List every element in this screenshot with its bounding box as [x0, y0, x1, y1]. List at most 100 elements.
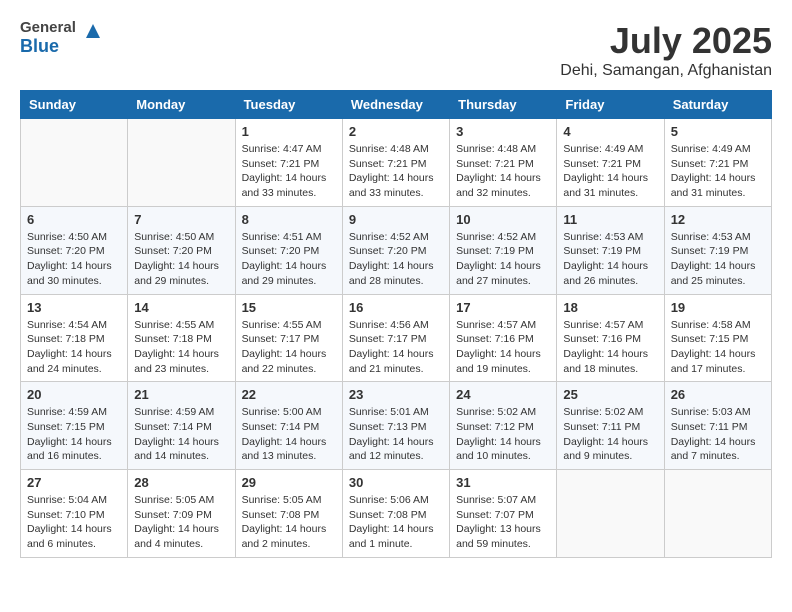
calendar-day-cell: 21Sunrise: 4:59 AM Sunset: 7:14 PM Dayli…: [128, 382, 235, 470]
calendar-table: SundayMondayTuesdayWednesdayThursdayFrid…: [20, 90, 772, 558]
logo-text: General Blue: [20, 20, 76, 56]
day-number: 20: [27, 387, 121, 402]
day-number: 1: [242, 124, 336, 139]
day-detail: Sunrise: 5:06 AM Sunset: 7:08 PM Dayligh…: [349, 493, 443, 552]
calendar-day-cell: 29 Sunrise: 5:05 AM Sunset: 7:08 PM Dayli…: [235, 470, 342, 558]
day-number: 19: [671, 300, 765, 315]
calendar-day-cell: 8 Sunrise: 4:51 AM Sunset: 7:20 PM Daylig…: [235, 206, 342, 294]
day-number: 12: [671, 212, 765, 227]
day-number: 17: [456, 300, 550, 315]
day-detail: Sunrise: 4:55 AM Sunset: 7:17 PM Dayligh…: [242, 318, 336, 377]
day-number: 3: [456, 124, 550, 139]
calendar-day-cell: [664, 470, 771, 558]
calendar-day-cell: 6 Sunrise: 4:50 AM Sunset: 7:20 PM Daylig…: [21, 206, 128, 294]
day-number: 7: [134, 212, 228, 227]
title-area: July 2025 Dehi, Samangan, Afghanistan: [560, 20, 772, 80]
calendar-day-header: Tuesday: [235, 91, 342, 119]
calendar-day-cell: 4 Sunrise: 4:49 AM Sunset: 7:21 PM Daylig…: [557, 119, 664, 207]
calendar-day-cell: 16 Sunrise: 4:56 AM Sunset: 7:17 PM Dayli…: [342, 294, 449, 382]
page-title: July 2025: [560, 20, 772, 62]
day-detail: Sunrise: 5:05 AM Sunset: 7:08 PM Dayligh…: [242, 493, 336, 552]
calendar-day-cell: [21, 119, 128, 207]
day-detail: Sunrise: 4:58 AM Sunset: 7:15 PM Dayligh…: [671, 318, 765, 377]
day-number: 18: [563, 300, 657, 315]
day-detail: Sunrise: 5:04 AM Sunset: 7:10 PM Dayligh…: [27, 493, 121, 552]
day-number: 28: [134, 475, 228, 490]
day-detail: Sunrise: 5:02 AM Sunset: 7:11 PM Dayligh…: [563, 405, 657, 464]
logo-line1: General: [20, 20, 76, 37]
calendar-day-cell: 3 Sunrise: 4:48 AM Sunset: 7:21 PM Daylig…: [450, 119, 557, 207]
day-number: 4: [563, 124, 657, 139]
day-number: 25: [563, 387, 657, 402]
day-detail: Sunrise: 4:52 AM Sunset: 7:19 PM Dayligh…: [456, 230, 550, 289]
logo-icon: [82, 20, 104, 42]
calendar-day-cell: 15 Sunrise: 4:55 AM Sunset: 7:17 PM Dayli…: [235, 294, 342, 382]
calendar-day-cell: 2Sunrise: 4:48 AM Sunset: 7:21 PM Daylig…: [342, 119, 449, 207]
calendar-day-cell: 25 Sunrise: 5:02 AM Sunset: 7:11 PM Dayli…: [557, 382, 664, 470]
day-detail: Sunrise: 4:47 AM Sunset: 7:21 PM Dayligh…: [242, 142, 336, 201]
calendar-day-header: Sunday: [21, 91, 128, 119]
day-number: 26: [671, 387, 765, 402]
day-number: 6: [27, 212, 121, 227]
calendar-day-cell: 19 Sunrise: 4:58 AM Sunset: 7:15 PM Dayli…: [664, 294, 771, 382]
day-detail: Sunrise: 5:02 AM Sunset: 7:12 PM Dayligh…: [456, 405, 550, 464]
calendar-day-cell: 1 Sunrise: 4:47 AM Sunset: 7:21 PM Daylig…: [235, 119, 342, 207]
calendar-day-cell: 28 Sunrise: 5:05 AM Sunset: 7:09 PM Dayli…: [128, 470, 235, 558]
calendar-day-header: Friday: [557, 91, 664, 119]
calendar-day-cell: 9 Sunrise: 4:52 AM Sunset: 7:20 PM Daylig…: [342, 206, 449, 294]
calendar-day-cell: [128, 119, 235, 207]
day-number: 15: [242, 300, 336, 315]
day-detail: Sunrise: 4:55 AM Sunset: 7:18 PM Dayligh…: [134, 318, 228, 377]
calendar-day-cell: 26Sunrise: 5:03 AM Sunset: 7:11 PM Dayli…: [664, 382, 771, 470]
day-number: 2: [349, 124, 443, 139]
day-detail: Sunrise: 4:56 AM Sunset: 7:17 PM Dayligh…: [349, 318, 443, 377]
calendar-day-header: Thursday: [450, 91, 557, 119]
day-detail: Sunrise: 4:50 AM Sunset: 7:20 PM Dayligh…: [27, 230, 121, 289]
calendar-day-cell: 23Sunrise: 5:01 AM Sunset: 7:13 PM Dayli…: [342, 382, 449, 470]
day-detail: Sunrise: 4:49 AM Sunset: 7:21 PM Dayligh…: [563, 142, 657, 201]
day-detail: Sunrise: 4:49 AM Sunset: 7:21 PM Dayligh…: [671, 142, 765, 201]
page-header: General Blue July 2025 Dehi, Samangan, A…: [20, 20, 772, 80]
day-number: 9: [349, 212, 443, 227]
calendar-day-cell: 31Sunrise: 5:07 AM Sunset: 7:07 PM Dayli…: [450, 470, 557, 558]
day-number: 22: [242, 387, 336, 402]
calendar-day-cell: [557, 470, 664, 558]
calendar-week-row: 20 Sunrise: 4:59 AM Sunset: 7:15 PM Dayli…: [21, 382, 772, 470]
day-number: 13: [27, 300, 121, 315]
day-detail: Sunrise: 5:05 AM Sunset: 7:09 PM Dayligh…: [134, 493, 228, 552]
calendar-day-cell: 7 Sunrise: 4:50 AM Sunset: 7:20 PM Daylig…: [128, 206, 235, 294]
day-number: 27: [27, 475, 121, 490]
calendar-day-cell: 24Sunrise: 5:02 AM Sunset: 7:12 PM Dayli…: [450, 382, 557, 470]
day-number: 29: [242, 475, 336, 490]
calendar-header-row: SundayMondayTuesdayWednesdayThursdayFrid…: [21, 91, 772, 119]
logo-line2: Blue: [20, 37, 76, 57]
day-detail: Sunrise: 4:57 AM Sunset: 7:16 PM Dayligh…: [563, 318, 657, 377]
day-detail: Sunrise: 5:01 AM Sunset: 7:13 PM Dayligh…: [349, 405, 443, 464]
calendar-day-cell: 22Sunrise: 5:00 AM Sunset: 7:14 PM Dayli…: [235, 382, 342, 470]
day-number: 5: [671, 124, 765, 139]
day-detail: Sunrise: 4:52 AM Sunset: 7:20 PM Dayligh…: [349, 230, 443, 289]
day-number: 11: [563, 212, 657, 227]
calendar-day-header: Wednesday: [342, 91, 449, 119]
day-detail: Sunrise: 5:07 AM Sunset: 7:07 PM Dayligh…: [456, 493, 550, 552]
calendar-week-row: 27 Sunrise: 5:04 AM Sunset: 7:10 PM Dayli…: [21, 470, 772, 558]
calendar-day-header: Monday: [128, 91, 235, 119]
calendar-week-row: 1 Sunrise: 4:47 AM Sunset: 7:21 PM Daylig…: [21, 119, 772, 207]
day-number: 21: [134, 387, 228, 402]
day-detail: Sunrise: 4:48 AM Sunset: 7:21 PM Dayligh…: [456, 142, 550, 201]
calendar-day-cell: 27 Sunrise: 5:04 AM Sunset: 7:10 PM Dayli…: [21, 470, 128, 558]
page-subtitle: Dehi, Samangan, Afghanistan: [560, 62, 772, 80]
day-detail: Sunrise: 4:50 AM Sunset: 7:20 PM Dayligh…: [134, 230, 228, 289]
calendar-day-cell: 17 Sunrise: 4:57 AM Sunset: 7:16 PM Dayli…: [450, 294, 557, 382]
day-detail: Sunrise: 4:51 AM Sunset: 7:20 PM Dayligh…: [242, 230, 336, 289]
day-number: 8: [242, 212, 336, 227]
calendar-week-row: 6 Sunrise: 4:50 AM Sunset: 7:20 PM Daylig…: [21, 206, 772, 294]
calendar-day-cell: 18 Sunrise: 4:57 AM Sunset: 7:16 PM Dayli…: [557, 294, 664, 382]
day-detail: Sunrise: 4:59 AM Sunset: 7:15 PM Dayligh…: [27, 405, 121, 464]
day-detail: Sunrise: 4:57 AM Sunset: 7:16 PM Dayligh…: [456, 318, 550, 377]
calendar-day-cell: 13 Sunrise: 4:54 AM Sunset: 7:18 PM Dayli…: [21, 294, 128, 382]
day-number: 16: [349, 300, 443, 315]
day-detail: Sunrise: 4:53 AM Sunset: 7:19 PM Dayligh…: [671, 230, 765, 289]
day-number: 10: [456, 212, 550, 227]
day-detail: Sunrise: 4:54 AM Sunset: 7:18 PM Dayligh…: [27, 318, 121, 377]
